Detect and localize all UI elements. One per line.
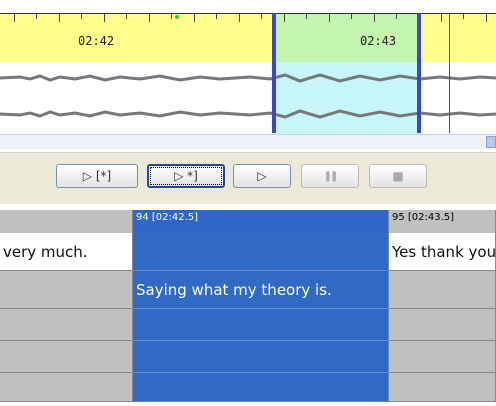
- marker-dot: [175, 15, 179, 19]
- transcript-cell[interactable]: very much.: [0, 233, 133, 271]
- ruler-tick: [36, 14, 37, 19]
- transcript-cell-selected[interactable]: [133, 309, 389, 341]
- transcript-cell[interactable]: [389, 309, 496, 341]
- transcript-cell[interactable]: [389, 341, 496, 373]
- ruler-tick: [104, 14, 105, 22]
- ruler-tick: [486, 14, 487, 22]
- play-to-end-button[interactable]: ▷ *]: [147, 164, 225, 188]
- ruler-tick: [396, 14, 397, 19]
- ruler-tick: [239, 14, 240, 22]
- segment-header[interactable]: [0, 210, 133, 233]
- waveform-channel-1: [0, 73, 496, 83]
- transcript-cell[interactable]: [0, 341, 133, 373]
- transcript-cell-selected[interactable]: Saying what my theory is.: [133, 271, 389, 309]
- transcript-cell[interactable]: Yes thank you: [389, 233, 496, 271]
- play-button[interactable]: ▷: [233, 164, 291, 188]
- ruler-tick: [284, 14, 285, 22]
- waveform-area[interactable]: [0, 62, 496, 134]
- horizontal-scrollbar[interactable]: [0, 134, 496, 149]
- ruler-tick: [59, 14, 60, 22]
- ruler-tick: [171, 14, 172, 19]
- timeline-panel[interactable]: 02:42 02:43: [0, 0, 496, 152]
- ruler-tick: [441, 14, 442, 22]
- ruler-tick: [261, 14, 262, 19]
- ruler-tick: [14, 14, 15, 22]
- transcript-cell[interactable]: [0, 309, 133, 341]
- ruler-tick: [351, 14, 352, 19]
- ruler-tick: [126, 14, 127, 19]
- selection-start-handle[interactable]: [272, 13, 276, 133]
- scrollbar-thumb[interactable]: [486, 136, 496, 148]
- segment-header[interactable]: 95 [02:43.5]: [389, 210, 496, 233]
- transcript-cell-selected[interactable]: [133, 373, 389, 402]
- play-from-start-button[interactable]: ▷ [*]: [56, 164, 138, 188]
- selection-end-handle[interactable]: [417, 13, 421, 133]
- transcript-grid: 94 [02:42.5] 95 [02:43.5] very much. Yes…: [0, 204, 496, 406]
- ruler-tick: [374, 14, 375, 22]
- transcript-cell-selected[interactable]: [133, 341, 389, 373]
- transcript-cell[interactable]: [389, 271, 496, 309]
- transcript-cell[interactable]: [389, 373, 496, 402]
- segment-header-selected[interactable]: 94 [02:42.5]: [133, 210, 389, 233]
- ruler-tick: [149, 14, 150, 22]
- stop-icon: ■: [392, 169, 404, 183]
- time-ruler[interactable]: 02:42 02:43: [0, 13, 496, 62]
- ruler-tick: [81, 14, 82, 19]
- ruler-tick: [306, 14, 307, 19]
- segment-boundary: [449, 13, 450, 133]
- playback-controls: ▷ [*] ▷ *] ▷ ❚❚ ■: [0, 152, 496, 205]
- play-icon: ▷: [257, 169, 267, 183]
- waveform-channel-2: [0, 109, 496, 119]
- time-label: 02:43: [360, 34, 397, 48]
- transcript-cell[interactable]: [0, 373, 133, 402]
- pause-icon: ❚❚: [323, 170, 339, 182]
- ruler-tick: [463, 14, 464, 19]
- ruler-tick: [329, 14, 330, 22]
- selection-region[interactable]: [274, 14, 420, 62]
- pause-button[interactable]: ❚❚: [301, 164, 359, 188]
- ruler-tick: [194, 14, 195, 22]
- ruler-tick: [216, 14, 217, 19]
- stop-button[interactable]: ■: [369, 164, 427, 188]
- time-label: 02:42: [78, 34, 115, 48]
- transcript-cell[interactable]: [0, 271, 133, 309]
- transcript-cell-selected[interactable]: [133, 233, 389, 271]
